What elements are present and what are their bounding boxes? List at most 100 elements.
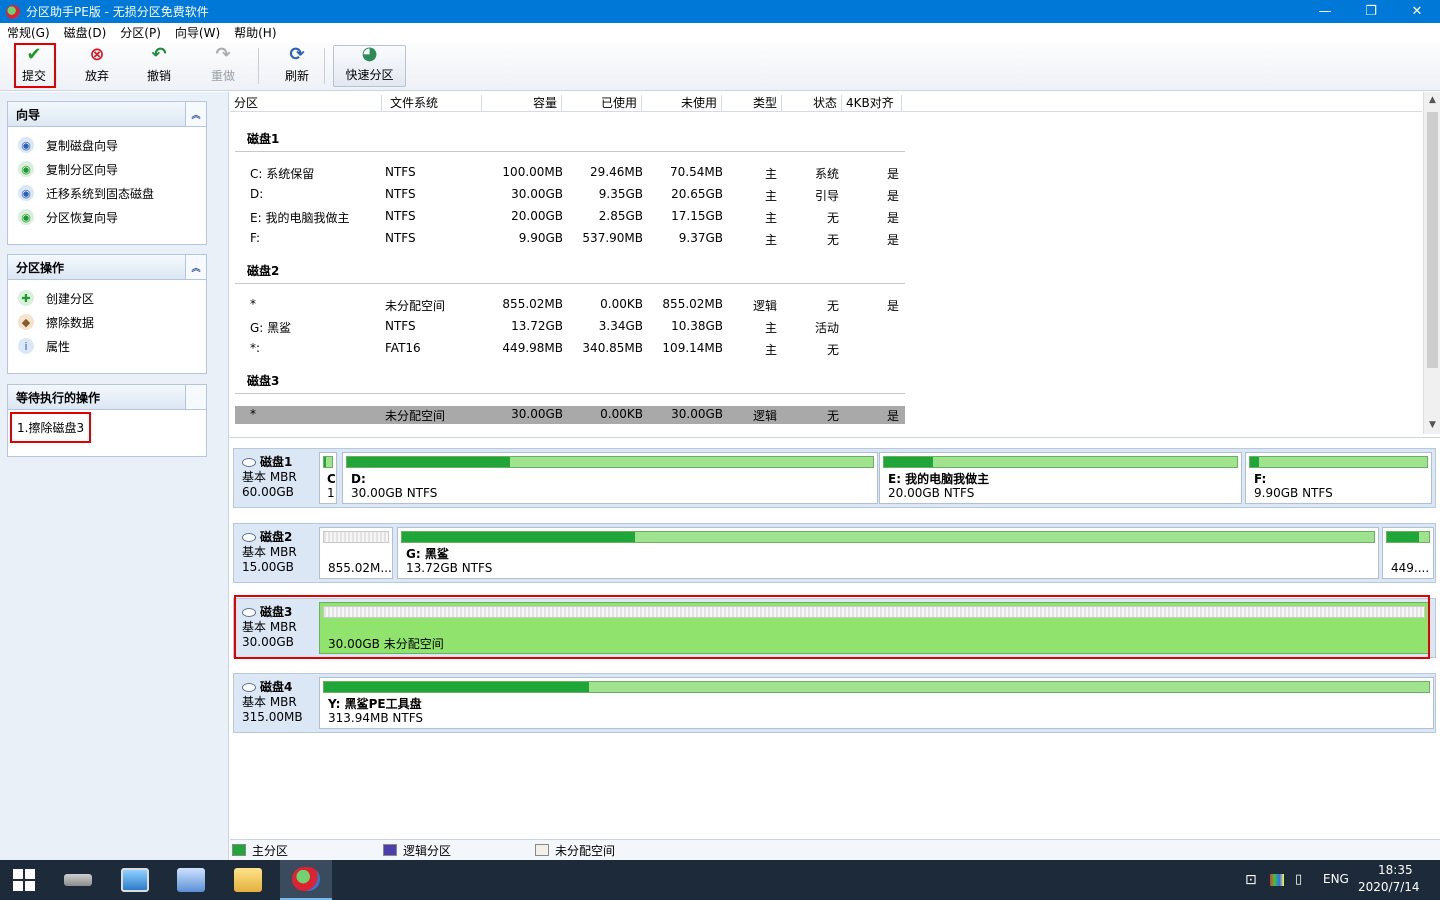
start-button[interactable] [0, 860, 48, 900]
menu-help[interactable]: 帮助(H) [227, 24, 283, 41]
disk-row[interactable]: 磁盘4 基本 MBR 315.00MB Y: 黑鲨PE工具盘 313.94MB NTFS [233, 673, 1436, 733]
collapse-icon[interactable]: ︽ [185, 255, 206, 279]
table-cell: 主 [764, 167, 777, 181]
menu-partition[interactable]: 分区(P) [113, 24, 168, 41]
redo-icon: ↷ [215, 44, 231, 65]
disk-partition-block[interactable]: E: 我的电脑我做主 20.00GB NTFS [879, 452, 1242, 504]
taskbar-partition-assistant-app[interactable] [280, 860, 332, 900]
table-row[interactable]: C: 系统保留 NTFS 100.00MB 29.46MB 70.54MB 主 系统 是 [235, 164, 905, 182]
clock-date[interactable]: 2020/7/14 [1358, 880, 1420, 894]
usb-icon[interactable]: ▯ [1295, 872, 1302, 887]
table-cell: NTFS [385, 187, 416, 201]
column-header-capacity[interactable]: 容量 [482, 95, 562, 112]
disk-row[interactable]: 磁盘1 基本 MBR 60.00GB C 1 D: 30.00GB NTFS E: 我的电脑我… [233, 448, 1436, 508]
usage-bar-fill [1250, 457, 1259, 467]
sidebar-item-copy-partition[interactable]: ◉ 复制分区向导 [8, 157, 206, 181]
legend-unallocated: 未分配空间 [535, 842, 615, 859]
disk-row[interactable]: 磁盘2 基本 MBR 15.00GB 855.02M... G: 黑鲨 13.72GB N… [233, 523, 1436, 583]
taskbar-computer-app[interactable] [109, 860, 161, 900]
disk-info: 磁盘1 基本 MBR 60.00GB [234, 449, 316, 507]
taskbar-drive-app[interactable] [52, 860, 104, 900]
sidebar-item-label: 擦除数据 [46, 315, 95, 330]
drive-icon [64, 874, 92, 886]
discard-label: 放弃 [84, 69, 109, 83]
minimize-button[interactable]: — [1302, 0, 1348, 23]
clock-time[interactable]: 18:35 [1378, 863, 1413, 877]
table-cell: 无 [826, 343, 839, 357]
disk-partition-block[interactable]: Y: 黑鲨PE工具盘 313.94MB NTFS [319, 677, 1434, 729]
sidebar-item-create-partition[interactable]: ✚ 创建分区 [8, 286, 206, 310]
primary-swatch-icon [232, 844, 246, 856]
quick-partition-button[interactable]: ◕ 快速分区 [333, 43, 406, 87]
table-cell: 未分配空间 [385, 409, 446, 423]
table-row[interactable]: G: 黑鲨 NTFS 13.72GB 3.34GB 10.38GB 主 活动 [235, 318, 905, 336]
disk-partition-block[interactable]: G: 黑鲨 13.72GB NTFS [397, 527, 1379, 579]
disk-size: 15.00GB [242, 560, 294, 574]
table-row[interactable]: F: NTFS 9.90GB 537.90MB 9.37GB 主 无 是 [235, 230, 905, 248]
menu-general[interactable]: 常规(G) [0, 24, 57, 41]
legend-primary-label: 主分区 [252, 843, 289, 858]
pending-op-item[interactable]: 1.擦除磁盘3 [10, 412, 91, 443]
sidebar-item-label: 分区恢复向导 [46, 210, 119, 225]
collapse-icon[interactable] [185, 385, 206, 409]
table-cell: 是 [886, 299, 899, 313]
taskbar-keyboard-app[interactable] [165, 860, 217, 900]
disk-partition-block[interactable]: F: 9.90GB NTFS [1245, 452, 1432, 504]
menu-wizard[interactable]: 向导(W) [168, 24, 227, 41]
table-row[interactable]: * 未分配空间 855.02MB 0.00KB 855.02MB 逻辑 无 是 [235, 296, 905, 314]
scroll-up-icon[interactable]: ▲ [1424, 92, 1440, 109]
disk-type: 基本 MBR [242, 470, 297, 484]
table-row[interactable]: E: 我的电脑我做主 NTFS 20.00GB 2.85GB 17.15GB 主 无 是 [235, 208, 905, 226]
column-header-status[interactable]: 状态 [782, 95, 842, 112]
table-scrollbar[interactable]: ▲ ▼ [1423, 92, 1440, 434]
disk-divider [235, 283, 905, 284]
column-header-filesystem[interactable]: 文件系统 [382, 95, 482, 112]
table-row[interactable]: * 未分配空间 30.00GB 0.00KB 30.00GB 逻辑 无 是 [235, 406, 905, 424]
column-header-unused[interactable]: 未使用 [642, 95, 722, 112]
collapse-icon[interactable]: ︽ [185, 102, 206, 126]
disk-partition-block[interactable]: 449.... [1382, 527, 1434, 579]
maximize-button[interactable]: ❐ [1348, 0, 1394, 23]
network-icon[interactable]: ⊡ [1245, 872, 1257, 888]
table-row[interactable]: *: FAT16 449.98MB 340.85MB 109.14MB 主 无 [235, 340, 905, 358]
sidebar-item-partition-recovery[interactable]: ◉ 分区恢复向导 [8, 205, 206, 229]
menu-bar: 常规(G) 磁盘(D) 分区(P) 向导(W) 帮助(H) [0, 23, 1440, 42]
disk-icon [242, 533, 256, 542]
table-cell: 主 [764, 321, 777, 335]
column-header-4k-align[interactable]: 4KB对齐 [842, 95, 902, 112]
sidebar-item-copy-disk[interactable]: ◉ 复制磁盘向导 [8, 133, 206, 157]
table-cell: C: 系统保留 [250, 167, 315, 181]
disk-partition-block[interactable]: 855.02M... [319, 527, 393, 579]
sidebar-item-migrate-os[interactable]: ◉ 迁移系统到固态磁盘 [8, 181, 206, 205]
column-header-partition[interactable]: 分区 [230, 95, 382, 112]
redo-button[interactable]: ↷ 重做 [196, 44, 250, 87]
sidebar-item-wipe-data[interactable]: ◆ 擦除数据 [8, 310, 206, 334]
partition-table: 分区 文件系统 容量 已使用 未使用 类型 状态 4KB对齐 磁盘1 C: 系统保… [230, 92, 1440, 434]
undo-button[interactable]: ↶ 撤销 [132, 44, 186, 87]
scroll-down-icon[interactable]: ▼ [1424, 417, 1440, 434]
partition-name: F: [1254, 472, 1267, 486]
disk-name-label: 磁盘4 [260, 680, 293, 694]
menu-disk[interactable]: 磁盘(D) [57, 24, 114, 41]
table-cell: NTFS [385, 319, 416, 333]
usage-bar-fill [1387, 532, 1419, 542]
sidebar-item-properties[interactable]: i 属性 [8, 334, 206, 358]
wipe-data-icon: ◆ [18, 314, 34, 330]
color-icon[interactable] [1270, 874, 1284, 886]
table-cell: 是 [886, 189, 899, 203]
table-row[interactable]: D: NTFS 30.00GB 9.35GB 20.65GB 主 引导 是 [235, 186, 905, 204]
close-button[interactable]: ✕ [1394, 0, 1440, 23]
disk-name-label: 磁盘2 [260, 530, 293, 544]
disk-partition-block[interactable]: C1 [319, 452, 337, 504]
disk-partition-block[interactable]: D: 30.00GB NTFS [342, 452, 878, 504]
partition-label: C1 [327, 472, 336, 500]
discard-button[interactable]: ⊗ 放弃 [70, 44, 124, 87]
column-header-used[interactable]: 已使用 [562, 95, 642, 112]
refresh-button[interactable]: ⟳ 刷新 [270, 44, 324, 87]
quick-partition-label: 快速分区 [345, 68, 394, 82]
table-cell: 主 [764, 233, 777, 247]
language-indicator[interactable]: ENG [1323, 872, 1349, 886]
taskbar-explorer-app[interactable] [222, 860, 274, 900]
column-header-type[interactable]: 类型 [722, 95, 782, 112]
scrollbar-thumb[interactable] [1427, 112, 1438, 368]
